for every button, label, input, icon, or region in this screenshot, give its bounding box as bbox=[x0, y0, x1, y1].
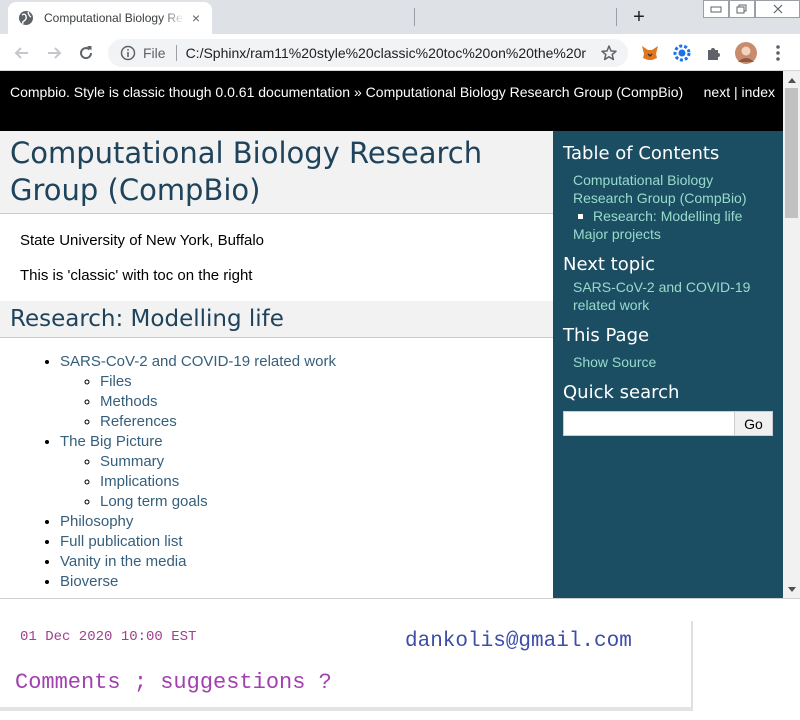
puzzle-icon[interactable] bbox=[703, 42, 725, 64]
scroll-up-icon[interactable] bbox=[783, 71, 800, 88]
toc-link[interactable]: SARS-CoV-2 and COVID-19 related work bbox=[60, 353, 336, 370]
email-address: dankolis@gmail.com bbox=[405, 630, 632, 653]
new-tab-button[interactable]: + bbox=[628, 6, 650, 28]
toc-link[interactable]: Vanity in the media bbox=[60, 553, 186, 570]
toc-subitem: References bbox=[100, 412, 553, 432]
restore-icon[interactable] bbox=[729, 0, 755, 18]
toc-sublink[interactable]: Summary bbox=[100, 453, 164, 470]
sidebar-toc-root-link[interactable]: Computational Biology Research Group (Co… bbox=[573, 172, 747, 206]
toc-sublist: Files Methods References bbox=[60, 372, 553, 432]
style-note-text: This is 'classic' with toc on the right bbox=[20, 267, 253, 284]
related-nav-links: next | index bbox=[704, 77, 775, 107]
timestamp: 01 Dec 2020 10:00 EST bbox=[20, 629, 197, 645]
toc-subitem: Summary bbox=[100, 452, 553, 472]
toc-subitem: Methods bbox=[100, 392, 553, 412]
related-bar: next | index Compbio. Style is classic t… bbox=[0, 71, 783, 131]
breadcrumb-project-link[interactable]: Compbio. Style is classic though 0.0.61 … bbox=[10, 84, 350, 100]
toc-item: Bioverse bbox=[60, 572, 553, 592]
next-link[interactable]: next bbox=[704, 84, 730, 100]
sidebar-toc-sub-link[interactable]: Research: Modelling life bbox=[593, 208, 742, 224]
this-page-block: Show Source bbox=[563, 354, 773, 372]
url-text[interactable]: C:/Sphinx/ram11%20style%20classic%20toc%… bbox=[186, 45, 586, 61]
toc-link[interactable]: Full publication list bbox=[60, 533, 183, 550]
toc-sublink[interactable]: Long term goals bbox=[100, 493, 208, 510]
back-arrow-icon[interactable] bbox=[10, 41, 34, 65]
next-topic-heading: Next topic bbox=[563, 254, 656, 275]
next-topic-block: SARS-CoV-2 and COVID-19 related work bbox=[563, 279, 773, 315]
toc-subitem: Long term goals bbox=[100, 492, 553, 512]
toc-sublink[interactable]: References bbox=[100, 413, 177, 430]
toc-link[interactable]: Philosophy bbox=[60, 513, 133, 530]
tab-divider bbox=[616, 8, 617, 26]
toc-item: Full publication list bbox=[60, 532, 553, 552]
toc-sublink[interactable]: Files bbox=[100, 373, 132, 390]
gear-extension-icon[interactable] bbox=[671, 42, 693, 64]
omnibox-divider bbox=[175, 45, 177, 61]
show-source-link[interactable]: Show Source bbox=[573, 354, 656, 370]
toc-subitem: Files bbox=[100, 372, 553, 392]
toc-link[interactable]: Bioverse bbox=[60, 573, 118, 590]
affiliation-text: State University of New York, Buffalo bbox=[20, 232, 265, 249]
quick-search-form: Go bbox=[563, 411, 773, 436]
toc-sublink[interactable]: Methods bbox=[100, 393, 158, 410]
star-icon[interactable] bbox=[600, 44, 618, 62]
toc-heading: Table of Contents bbox=[563, 143, 720, 164]
breadcrumb-current: Computational Biology Research Group (Co… bbox=[365, 84, 684, 100]
browser-tab[interactable]: Computational Biology Research Group (Co… bbox=[8, 2, 212, 34]
search-input[interactable] bbox=[563, 411, 735, 436]
forward-arrow-icon[interactable] bbox=[42, 41, 66, 65]
document-body: Computational Biology Research Group (Co… bbox=[0, 131, 553, 598]
page-title: Computational Biology Research Group (Co… bbox=[0, 131, 553, 214]
kebab-menu-icon[interactable] bbox=[767, 42, 789, 64]
close-icon[interactable]: × bbox=[188, 10, 204, 26]
address-bar[interactable]: File C:/Sphinx/ram11%20style%20classic%2… bbox=[108, 39, 628, 67]
comments-prompt: Comments ; suggestions ? bbox=[15, 670, 332, 695]
related-pipe: | bbox=[730, 84, 742, 100]
toc-item: The Big Picture Summary Implications Long t… bbox=[60, 432, 553, 512]
section-heading: Research: Modelling life bbox=[0, 301, 553, 338]
toc-list: SARS-CoV-2 and COVID-19 related work File… bbox=[0, 352, 553, 592]
sidebar: Table of Contents Computational Biology … bbox=[553, 131, 783, 598]
file-scheme-label: File bbox=[143, 45, 166, 61]
breadcrumb: Compbio. Style is classic though 0.0.61 … bbox=[10, 84, 683, 100]
browser-toolbar: File C:/Sphinx/ram11%20style%20classic%2… bbox=[0, 34, 800, 71]
browser-tab-strip: Computational Biology Research Group (Co… bbox=[0, 0, 800, 34]
toc-link[interactable]: The Big Picture bbox=[60, 433, 163, 450]
avatar[interactable] bbox=[735, 42, 757, 64]
page-scrollbar[interactable] bbox=[783, 71, 800, 598]
tab-divider bbox=[414, 8, 415, 26]
index-link[interactable]: index bbox=[742, 84, 775, 100]
quick-search-heading: Quick search bbox=[563, 382, 680, 403]
fox-extension-icon[interactable] bbox=[639, 42, 661, 64]
toc-item: Vanity in the media bbox=[60, 552, 553, 572]
page-viewport: next | index Compbio. Style is classic t… bbox=[0, 71, 800, 598]
toc-subitem: Implications bbox=[100, 472, 553, 492]
scroll-thumb[interactable] bbox=[785, 88, 798, 218]
sidebar-toc: Computational Biology Research Group (Co… bbox=[563, 172, 773, 244]
sidebar-toc-major-projects-link[interactable]: Major projects bbox=[573, 226, 661, 242]
toc-sublink[interactable]: Implications bbox=[100, 473, 179, 490]
this-page-heading: This Page bbox=[563, 325, 650, 346]
scroll-down-icon[interactable] bbox=[783, 581, 800, 598]
window-close-icon[interactable] bbox=[755, 0, 800, 18]
tab-title: Computational Biology Research Group (Co… bbox=[44, 11, 184, 25]
bottom-overlay: 01 Dec 2020 10:00 EST dankolis@gmail.com… bbox=[0, 598, 800, 720]
toc-item: SARS-CoV-2 and COVID-19 related work File… bbox=[60, 352, 553, 432]
reload-icon[interactable] bbox=[74, 41, 98, 65]
go-button[interactable]: Go bbox=[735, 411, 773, 436]
minimize-icon[interactable] bbox=[703, 0, 729, 18]
globe-icon bbox=[18, 10, 34, 26]
toc-item: Philosophy bbox=[60, 512, 553, 532]
info-icon[interactable] bbox=[120, 45, 136, 61]
breadcrumb-separator: » bbox=[350, 84, 366, 100]
next-topic-link[interactable]: SARS-CoV-2 and COVID-19 related work bbox=[573, 279, 750, 313]
toc-sublist: Summary Implications Long term goals bbox=[60, 452, 553, 512]
